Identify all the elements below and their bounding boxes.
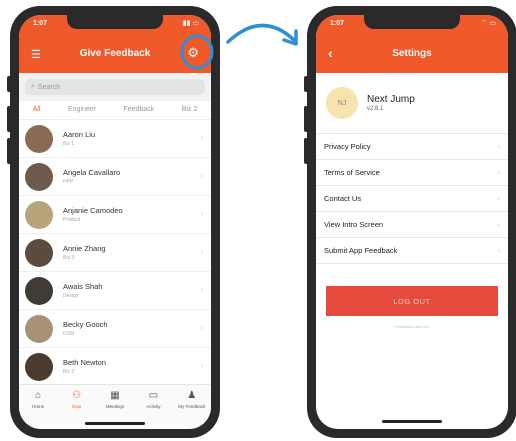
row-label: Privacy Policy	[324, 142, 371, 151]
side-button	[304, 76, 308, 92]
chevron-right-icon: ›	[497, 142, 500, 151]
submit-app-feedback-row[interactable]: Submit App Feedback ›	[316, 238, 508, 264]
phone-frame-right: 1:07 ⌔ ▭ ‹ Settings NJ Next Jump v2.8.1 …	[304, 6, 516, 438]
notch	[364, 15, 460, 29]
terms-of-service-row[interactable]: Terms of Service ›	[316, 160, 508, 186]
privacy-policy-row[interactable]: Privacy Policy ›	[316, 134, 508, 160]
profile-name: Next Jump	[367, 94, 415, 105]
settings-screen: 1:07 ⌔ ▭ ‹ Settings NJ Next Jump v2.8.1 …	[316, 15, 508, 429]
chevron-right-icon: ›	[497, 220, 500, 229]
chevron-right-icon: ›	[497, 246, 500, 255]
highlight-circle	[180, 34, 214, 70]
logout-button[interactable]: LOG OUT	[326, 286, 498, 316]
app-version: v2.8.1	[367, 106, 384, 112]
home-indicator	[382, 420, 442, 423]
chevron-right-icon: ›	[497, 168, 500, 177]
page-title: Settings	[392, 48, 432, 59]
status-time: 1:07	[330, 20, 345, 27]
avatar: NJ	[326, 87, 358, 119]
settings-list: Privacy Policy › Terms of Service › Cont…	[316, 133, 508, 264]
footer-note: Feedback Labs 101	[394, 324, 430, 329]
side-button	[304, 138, 308, 164]
view-intro-screen-row[interactable]: View Intro Screen ›	[316, 212, 508, 238]
row-label: View Intro Screen	[324, 220, 384, 229]
chevron-right-icon: ›	[497, 194, 500, 203]
side-button	[304, 106, 308, 132]
row-label: Submit App Feedback	[324, 246, 398, 255]
row-label: Terms of Service	[324, 168, 380, 177]
battery-icon: ⌔ ▭	[480, 20, 496, 27]
contact-us-row[interactable]: Contact Us ›	[316, 186, 508, 212]
header: 1:07 ⌔ ▭ ‹ Settings	[316, 15, 508, 73]
row-label: Contact Us	[324, 194, 362, 203]
profile-section: NJ Next Jump v2.8.1	[316, 73, 508, 133]
